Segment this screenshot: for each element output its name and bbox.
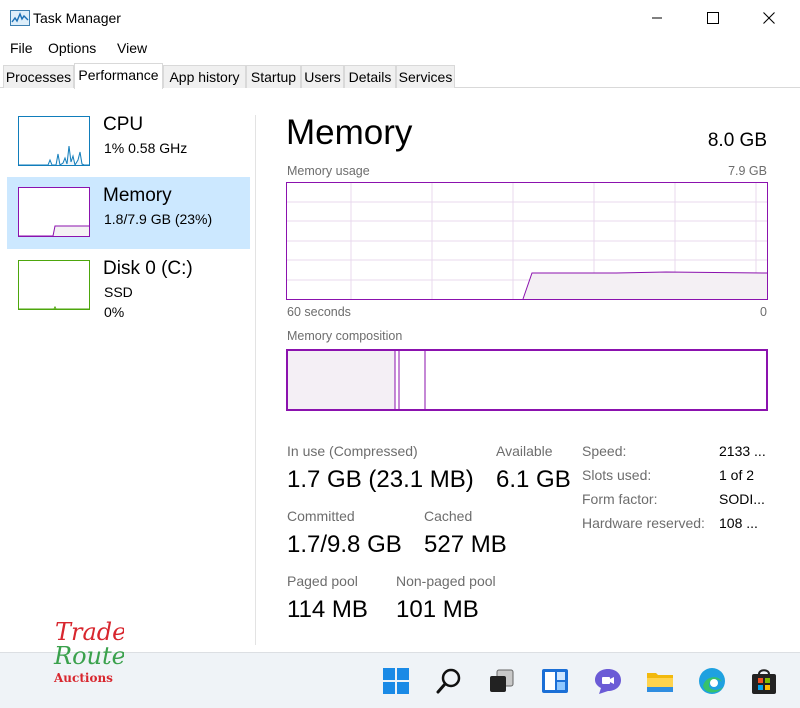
tab-details[interactable]: Details [344, 65, 396, 88]
minimize-button[interactable] [629, 0, 685, 36]
store-icon[interactable] [749, 666, 779, 696]
spec-speed-value: 2133 ... [719, 443, 766, 459]
task-view-icon[interactable] [487, 666, 517, 696]
memory-mini-graph [18, 187, 90, 237]
maximize-button[interactable] [685, 0, 741, 36]
file-explorer-icon[interactable] [645, 666, 675, 696]
memory-usage-label: Memory usage [287, 164, 370, 178]
resource-detail-memory: 1.8/7.9 GB (23%) [104, 211, 213, 227]
in-use-value: 1.7 GB (23.1 MB) [287, 466, 474, 493]
paged-pool-label: Paged pool [287, 573, 358, 589]
svg-text:Auctions: Auctions [53, 671, 113, 685]
close-button[interactable] [741, 0, 797, 36]
spec-speed-label: Speed: [582, 443, 627, 459]
resource-detail-disk-usage: 0% [104, 304, 125, 320]
resource-detail-disk-type: SSD [104, 284, 133, 300]
available-label: Available [496, 443, 553, 459]
memory-composition-label: Memory composition [287, 329, 403, 343]
spec-hardware-reserved-label: Hardware reserved: [582, 515, 705, 531]
task-manager-icon [10, 10, 30, 26]
maximize-icon [707, 12, 719, 24]
pane-divider[interactable] [255, 115, 256, 645]
resource-name-memory: Memory [103, 185, 172, 206]
page-title: Memory [286, 113, 413, 152]
resource-item-memory[interactable]: Memory 1.8/7.9 GB (23%) [7, 177, 250, 249]
paged-pool-value: 114 MB [287, 596, 368, 623]
memory-total: 8.0 GB [707, 130, 767, 151]
tab-services[interactable]: Services [396, 65, 455, 88]
menu-options[interactable]: Options [48, 40, 96, 56]
tab-startup[interactable]: Startup [246, 65, 301, 88]
resource-list: CPU 1% 0.58 GHz Memory 1.8/7.9 GB (23%) … [7, 106, 250, 646]
menu-view[interactable]: View [117, 40, 147, 56]
spec-hardware-reserved-value: 108 ... [719, 515, 758, 531]
spec-slots-value: 1 of 2 [719, 467, 755, 483]
spec-form-factor-value: SODI... [719, 491, 765, 507]
tab-processes[interactable]: Processes [3, 65, 74, 88]
non-paged-pool-value: 101 MB [396, 596, 479, 623]
cpu-mini-graph [18, 116, 90, 166]
start-icon[interactable] [381, 666, 411, 696]
graph-time-label: 60 seconds [287, 305, 351, 319]
close-icon [763, 12, 775, 24]
tab-users[interactable]: Users [301, 65, 344, 88]
svg-text:Route: Route [53, 642, 124, 670]
spec-form-factor-label: Form factor: [582, 491, 658, 507]
disk-mini-graph [18, 260, 90, 310]
resource-detail-cpu: 1% 0.58 GHz [104, 140, 188, 156]
in-use-label: In use (Compressed) [287, 443, 418, 459]
minimize-icon [652, 17, 662, 19]
resource-item-disk[interactable]: Disk 0 (C:) SSD 0% [7, 250, 250, 322]
search-icon[interactable] [434, 666, 464, 696]
spec-slots-label: Slots used: [582, 467, 652, 483]
memory-usage-graph [286, 182, 768, 300]
tab-performance[interactable]: Performance [74, 63, 163, 89]
resource-item-cpu[interactable]: CPU 1% 0.58 GHz [7, 106, 250, 178]
available-value: 6.1 GB [496, 466, 571, 493]
memory-usage-max: 7.9 GB [728, 164, 767, 178]
menu-file[interactable]: File [10, 40, 33, 56]
chat-icon[interactable] [593, 666, 623, 696]
graph-time-end: 0 [760, 305, 767, 319]
trade-route-auctions-logo: Trade Route Auctions [53, 618, 124, 685]
memory-composition-bar [286, 349, 768, 411]
tab-app-history[interactable]: App history [163, 65, 246, 88]
resource-name-cpu: CPU [103, 114, 144, 135]
menu-bar: File Options View [0, 37, 800, 61]
committed-value: 1.7/9.8 GB [287, 531, 402, 558]
edge-icon[interactable] [697, 666, 727, 696]
resource-name-disk: Disk 0 (C:) [103, 258, 193, 279]
committed-label: Committed [287, 508, 355, 524]
tab-strip: Processes Performance App history Startu… [0, 63, 800, 89]
title-bar: Task Manager [0, 0, 800, 36]
cached-label: Cached [424, 508, 473, 524]
window-title: Task Manager [33, 10, 121, 26]
non-paged-pool-label: Non-paged pool [396, 573, 496, 589]
cached-value: 527 MB [424, 531, 507, 558]
widgets-icon[interactable] [540, 666, 570, 696]
